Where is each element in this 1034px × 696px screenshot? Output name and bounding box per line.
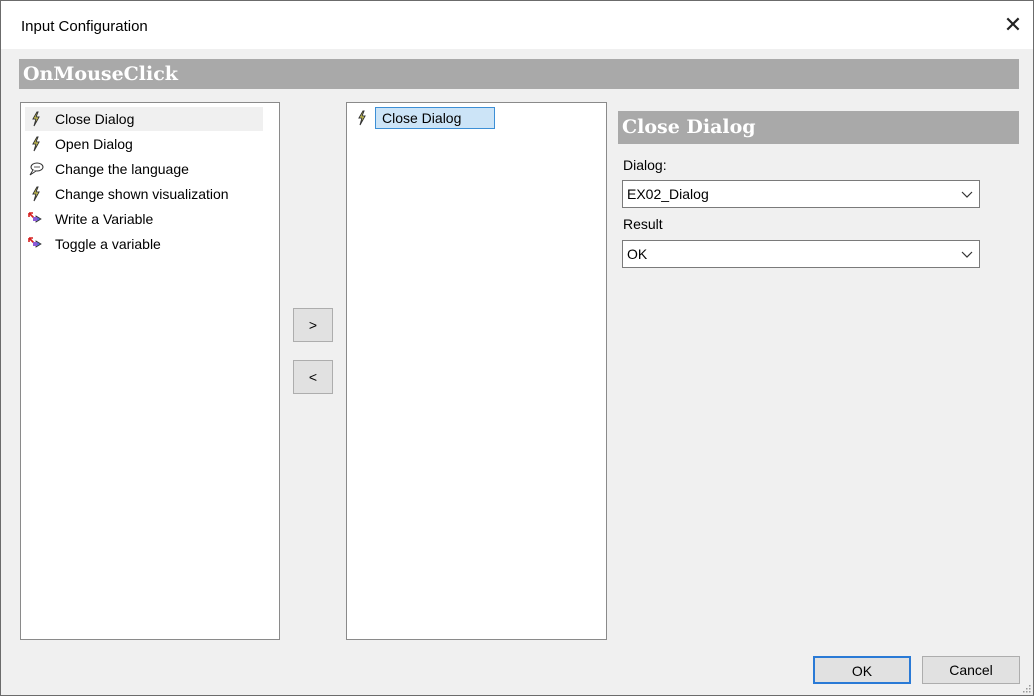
remove-action-button[interactable]: < xyxy=(293,360,333,394)
ok-button[interactable]: OK xyxy=(813,656,911,684)
available-action-write-variable[interactable]: Write a Variable xyxy=(25,207,263,231)
list-item-label: Write a Variable xyxy=(55,211,154,227)
chevron-down-icon xyxy=(961,251,973,258)
speech-bubble-icon xyxy=(29,162,44,176)
list-item-label: Open Dialog xyxy=(55,136,133,152)
list-item-label: Change shown visualization xyxy=(55,186,229,202)
lightning-icon xyxy=(32,136,40,152)
variable-arrow-icon xyxy=(28,212,42,223)
event-header: OnMouseClick xyxy=(19,59,1019,89)
lightning-icon xyxy=(32,111,40,127)
available-actions-list[interactable]: Close Dialog Open Dialog Change the lang… xyxy=(20,102,280,640)
properties-title: Close Dialog xyxy=(618,111,1019,144)
lightning-icon xyxy=(32,186,40,202)
list-item-label: Toggle a variable xyxy=(55,236,161,252)
title-bar: Input Configuration ✕ xyxy=(1,1,1033,49)
list-item-label: Close Dialog xyxy=(55,111,135,127)
available-action-change-visualization[interactable]: Change shown visualization xyxy=(25,182,263,206)
dialog-select[interactable]: EX02_Dialog xyxy=(622,180,980,208)
available-action-open-dialog[interactable]: Open Dialog xyxy=(25,132,263,156)
chevron-down-icon xyxy=(961,191,973,198)
dialog-field-label: Dialog: xyxy=(623,157,667,173)
result-field-label: Result xyxy=(623,216,663,232)
variable-arrow-icon xyxy=(28,237,42,248)
list-item-label: Close Dialog xyxy=(375,107,495,129)
list-item-label: Change the language xyxy=(55,161,189,177)
available-action-change-language[interactable]: Change the language xyxy=(25,157,263,181)
resize-grip-icon[interactable] xyxy=(1021,683,1031,693)
available-action-toggle-variable[interactable]: Toggle a variable xyxy=(25,232,263,256)
cancel-button[interactable]: Cancel xyxy=(922,656,1020,684)
configured-actions-list[interactable]: Close Dialog xyxy=(346,102,607,640)
result-select[interactable]: OK xyxy=(622,240,980,268)
lightning-icon xyxy=(358,110,366,126)
add-action-button[interactable]: > xyxy=(293,308,333,342)
available-action-close-dialog[interactable]: Close Dialog xyxy=(25,107,263,131)
window-title: Input Configuration xyxy=(21,18,148,35)
result-select-value: OK xyxy=(627,246,648,262)
close-icon[interactable]: ✕ xyxy=(997,9,1029,41)
dialog-select-value: EX02_Dialog xyxy=(627,186,709,202)
input-configuration-dialog: Input Configuration ✕ OnMouseClick Close… xyxy=(0,0,1034,696)
